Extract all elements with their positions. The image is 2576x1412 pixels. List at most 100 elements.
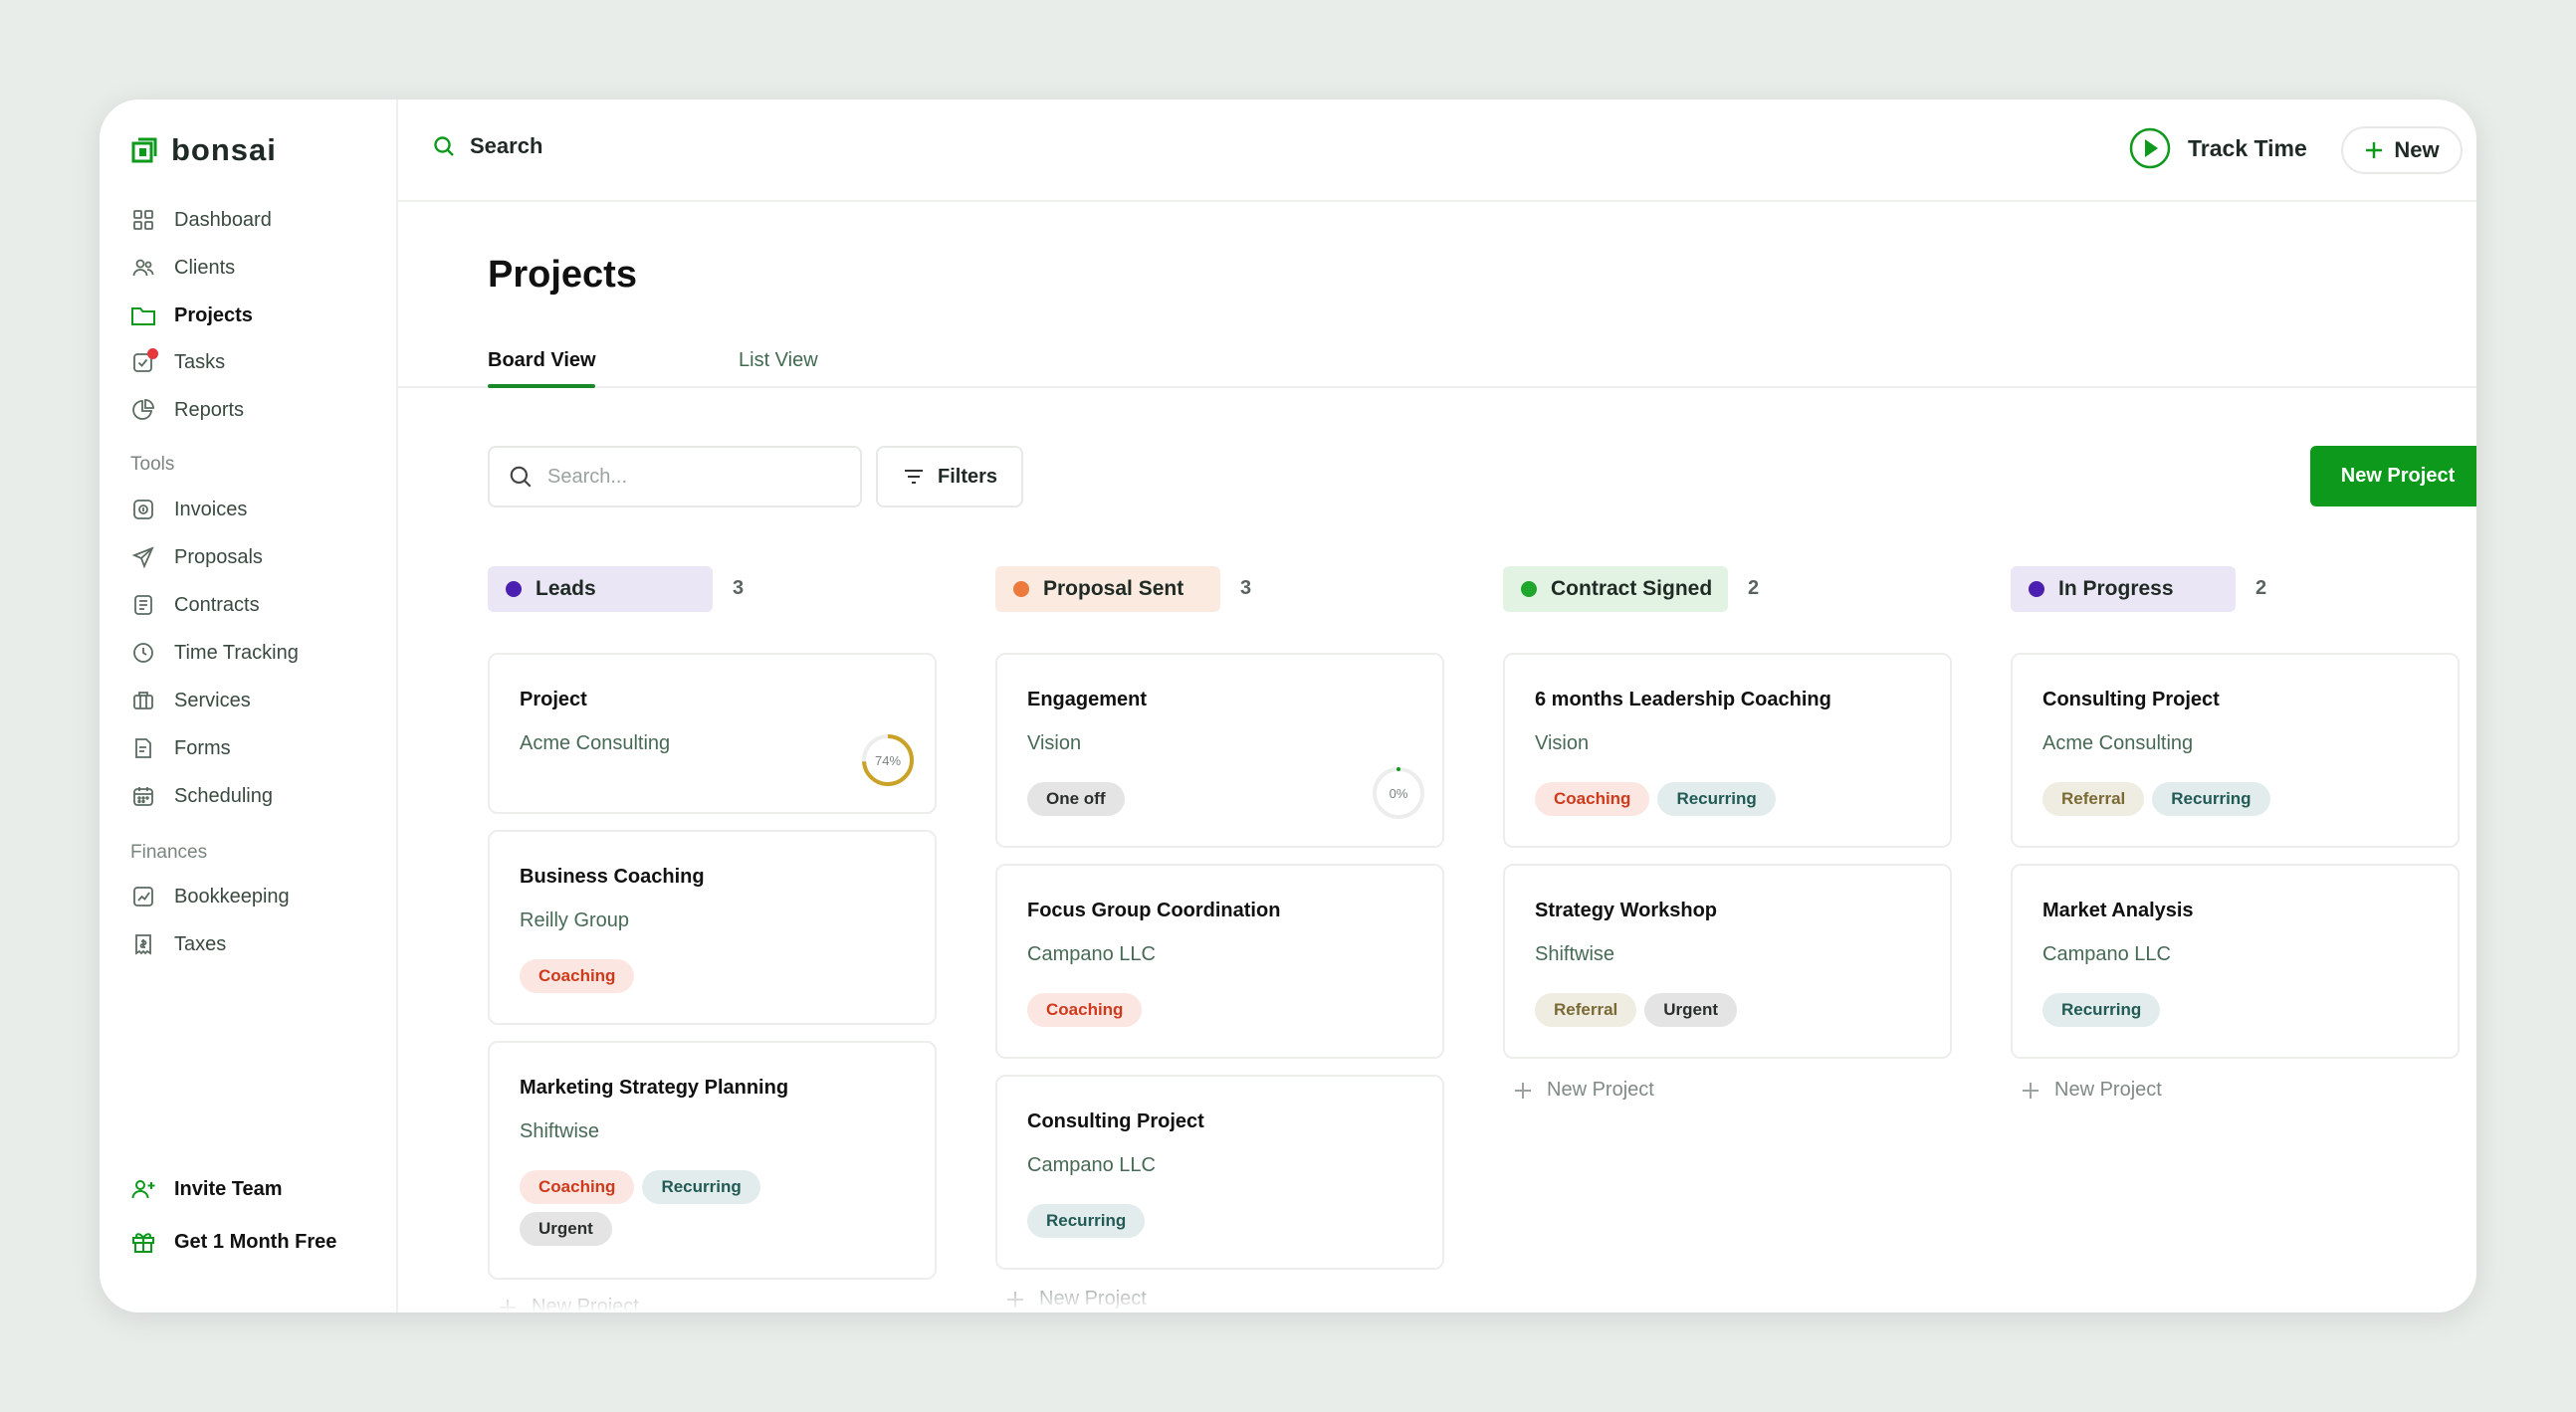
card-title: Project bbox=[520, 689, 587, 710]
card-client: Campano LLC bbox=[1027, 1154, 1156, 1176]
tag-list: Coaching bbox=[1027, 993, 1405, 1027]
add-project-link[interactable]: New Project bbox=[2021, 1079, 2162, 1102]
progress-ring: 74% bbox=[861, 733, 915, 787]
project-card[interactable]: Engagement Vision One off 0% bbox=[995, 653, 1444, 848]
project-card[interactable]: Business Coaching Reilly Group Coaching bbox=[488, 830, 937, 1025]
sidebar-item-label: Proposals bbox=[174, 545, 263, 568]
progress-label: 74% bbox=[874, 752, 902, 768]
project-card[interactable]: Consulting Project Acme Consulting Refer… bbox=[2011, 653, 2460, 848]
board-column-proposal-sent: Proposal Sent 3 Engagement Vision One of… bbox=[995, 566, 1444, 1310]
sidebar-item-forms[interactable]: Forms bbox=[130, 731, 231, 765]
tag-coaching: Coaching bbox=[1535, 782, 1650, 816]
briefcase-icon bbox=[130, 688, 156, 713]
status-dot bbox=[1521, 581, 1537, 597]
card-client: Reilly Group bbox=[520, 909, 630, 931]
form-icon bbox=[130, 735, 156, 761]
chart-line-icon bbox=[130, 884, 156, 909]
board-column-leads: Leads 3 Project Acme Consulting 74% Busi… bbox=[488, 566, 937, 1312]
card-title: Focus Group Coordination bbox=[1027, 900, 1281, 921]
tag-list: One off bbox=[1027, 782, 1405, 816]
card-client: Vision bbox=[1535, 732, 1590, 754]
new-project-button[interactable]: New Project bbox=[2310, 446, 2476, 506]
add-user-icon bbox=[130, 1176, 156, 1202]
project-card[interactable]: Project Acme Consulting 74% bbox=[488, 653, 937, 814]
tag-list: Recurring bbox=[1027, 1204, 1405, 1238]
get-free-month-button[interactable]: Get 1 Month Free bbox=[130, 1229, 336, 1255]
status-pill[interactable]: Leads bbox=[488, 566, 713, 612]
sidebar-item-bookkeeping[interactable]: Bookkeeping bbox=[130, 880, 290, 913]
card-title: Engagement bbox=[1027, 689, 1148, 710]
folder-icon bbox=[130, 303, 156, 328]
status-pill[interactable]: Proposal Sent bbox=[995, 566, 1220, 612]
sidebar-item-label: Clients bbox=[174, 256, 236, 279]
add-project-link[interactable]: New Project bbox=[1513, 1079, 1654, 1102]
tab-list-view[interactable]: List View bbox=[739, 349, 818, 372]
sidebar-item-time-tracking[interactable]: Time Tracking bbox=[130, 636, 299, 670]
card-title: Market Analysis bbox=[2042, 900, 2194, 921]
sidebar-item-clients[interactable]: Clients bbox=[130, 251, 235, 285]
tag-list: Coaching Recurring Urgent bbox=[520, 1170, 898, 1246]
project-card[interactable]: Focus Group Coordination Campano LLC Coa… bbox=[995, 864, 1444, 1059]
tag-one-off: One off bbox=[1027, 782, 1125, 816]
project-card[interactable]: Market Analysis Campano LLC Recurring bbox=[2011, 864, 2460, 1059]
board-column-contract-signed: Contract Signed 2 6 months Leadership Co… bbox=[1503, 566, 1952, 1101]
sidebar-item-label: Invoices bbox=[174, 498, 248, 520]
tab-board-view[interactable]: Board View bbox=[488, 349, 596, 372]
status-pill[interactable]: In Progress bbox=[2011, 566, 2236, 612]
sidebar-item-label: Forms bbox=[174, 736, 231, 759]
project-card[interactable]: Strategy Workshop Shiftwise Referral Urg… bbox=[1503, 864, 1952, 1059]
sidebar-item-label: Dashboard bbox=[174, 208, 272, 231]
invite-team-button[interactable]: Invite Team bbox=[130, 1176, 283, 1202]
column-count: 3 bbox=[1240, 577, 1252, 599]
filters-label: Filters bbox=[937, 465, 998, 488]
sidebar-item-dashboard[interactable]: Dashboard bbox=[130, 203, 272, 237]
logo[interactable]: bonsai bbox=[129, 132, 277, 168]
new-button-label: New bbox=[2394, 137, 2440, 162]
status-pill[interactable]: Contract Signed bbox=[1503, 566, 1728, 612]
sidebar-item-invoices[interactable]: Invoices bbox=[130, 493, 247, 526]
sidebar-item-services[interactable]: Services bbox=[130, 684, 251, 717]
sidebar-item-reports[interactable]: Reports bbox=[130, 393, 244, 427]
sidebar-item-label: Scheduling bbox=[174, 784, 273, 807]
progress-label: 0% bbox=[1389, 785, 1408, 801]
project-card[interactable]: 6 months Leadership Coaching Vision Coac… bbox=[1503, 653, 1952, 848]
sidebar-item-projects[interactable]: Projects bbox=[130, 299, 253, 332]
column-header: Proposal Sent 3 bbox=[995, 566, 1444, 612]
calendar-icon bbox=[130, 783, 156, 809]
tag-coaching: Coaching bbox=[520, 959, 635, 993]
tag-recurring: Recurring bbox=[2152, 782, 2270, 816]
tag-recurring: Recurring bbox=[642, 1170, 760, 1204]
new-button[interactable]: New bbox=[2341, 126, 2463, 174]
tag-list: Referral Recurring bbox=[2042, 782, 2421, 816]
sidebar-item-taxes[interactable]: Taxes bbox=[130, 927, 226, 961]
sidebar-item-proposals[interactable]: Proposals bbox=[130, 540, 263, 574]
project-search[interactable] bbox=[488, 446, 862, 507]
project-card[interactable]: Marketing Strategy Planning Shiftwise Co… bbox=[488, 1041, 937, 1280]
global-search[interactable]: Search bbox=[432, 133, 542, 159]
sidebar-item-scheduling[interactable]: Scheduling bbox=[130, 779, 273, 813]
filters-button[interactable]: Filters bbox=[876, 446, 1023, 507]
status-dot bbox=[2029, 581, 2044, 597]
plus-icon bbox=[1515, 1082, 1531, 1099]
card-client: Acme Consulting bbox=[520, 732, 671, 754]
column-count: 2 bbox=[1748, 577, 1760, 599]
add-project-label: New Project bbox=[2054, 1079, 2162, 1101]
search-input[interactable] bbox=[547, 465, 826, 489]
track-time-button[interactable]: Track Time bbox=[2128, 126, 2307, 170]
sidebar-item-label: Contracts bbox=[174, 593, 260, 616]
card-client: Campano LLC bbox=[1027, 943, 1156, 965]
board-column-in-progress: In Progress 2 Consulting Project Acme Co… bbox=[2011, 566, 2460, 1101]
send-icon bbox=[130, 544, 156, 570]
card-title: Consulting Project bbox=[1027, 1110, 1204, 1132]
top-bar: Search Track Time New bbox=[398, 100, 2476, 202]
tag-referral: Referral bbox=[1535, 993, 1637, 1027]
tag-referral: Referral bbox=[2042, 782, 2145, 816]
project-card[interactable]: Consulting Project Campano LLC Recurring bbox=[995, 1075, 1444, 1270]
column-name: Leads bbox=[536, 577, 596, 600]
sidebar-item-tasks[interactable]: Tasks bbox=[130, 345, 225, 379]
filter-icon bbox=[904, 470, 923, 484]
sidebar: bonsai Dashboard Clients Projects Tasks … bbox=[100, 100, 398, 1312]
column-count: 2 bbox=[2255, 577, 2267, 599]
track-time-label: Track Time bbox=[2188, 134, 2307, 161]
sidebar-item-contracts[interactable]: Contracts bbox=[130, 588, 260, 622]
